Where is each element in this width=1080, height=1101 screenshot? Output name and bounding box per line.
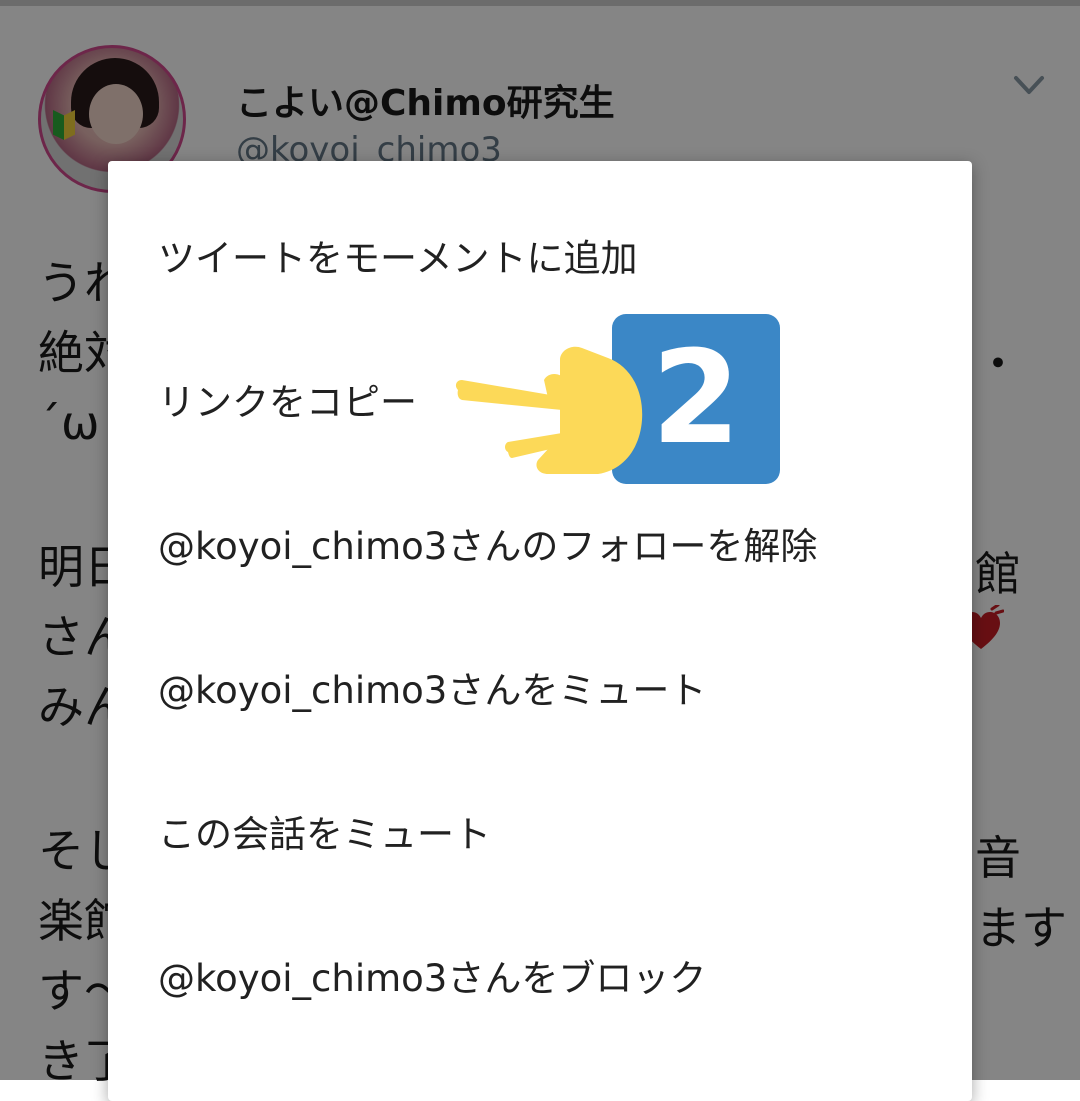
menu-item-mute-user[interactable]: @koyoi_chimo3さんをミュート — [158, 661, 706, 721]
menu-item-add-to-moment[interactable]: ツイートをモーメントに追加 — [158, 229, 638, 289]
menu-item-unfollow[interactable]: @koyoi_chimo3さんのフォローを解除 — [158, 517, 817, 577]
tweet-options-menu: ツイートをモーメントに追加 リンクをコピー @koyoi_chimo3さんのフォ… — [108, 161, 972, 1101]
menu-item-copy-link[interactable]: リンクをコピー — [158, 373, 417, 433]
menu-item-mute-conversation[interactable]: この会話をミュート — [158, 805, 491, 865]
pointing-hand-icon — [455, 346, 643, 474]
menu-item-block-user[interactable]: @koyoi_chimo3さんをブロック — [158, 949, 706, 1009]
